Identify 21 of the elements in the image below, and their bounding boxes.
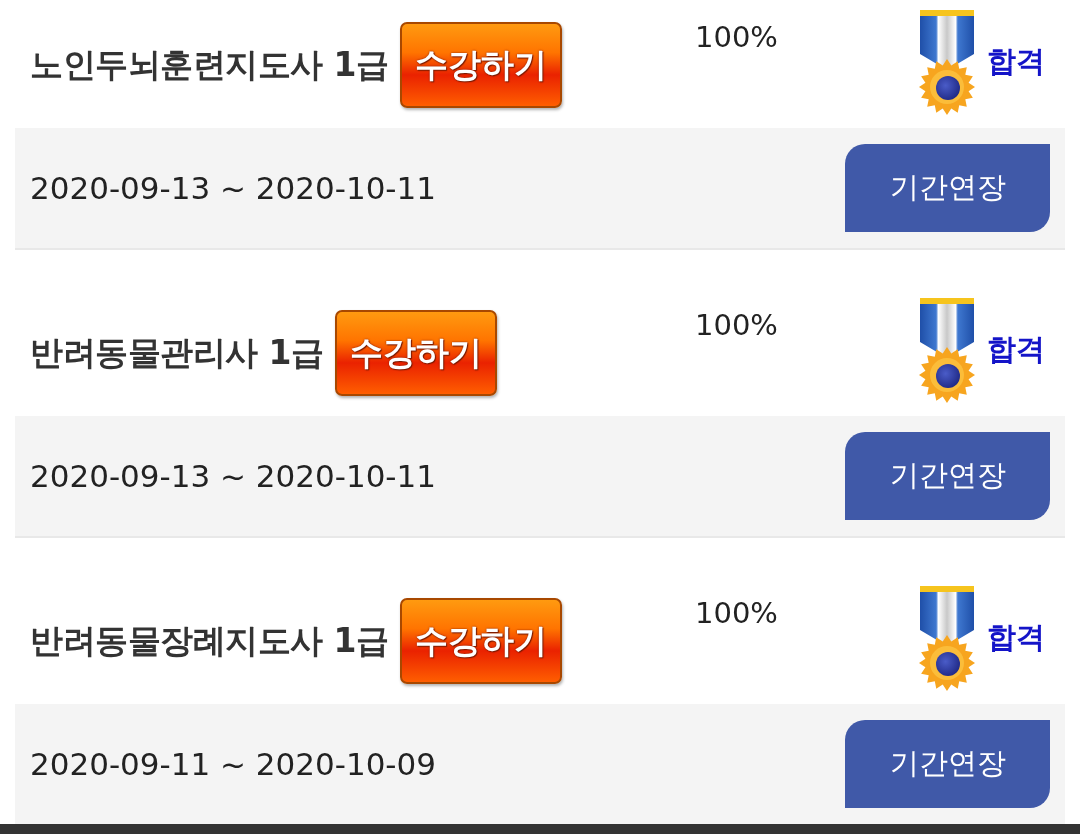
extend-period-button[interactable]: 기간연장 — [845, 432, 1050, 520]
course-title: 반려동물장례지도사 1급 — [30, 619, 389, 662]
enroll-button[interactable]: 수강하기 — [400, 22, 563, 108]
medal-icon — [917, 9, 977, 115]
course-title: 노인두뇌훈련지도사 1급 — [30, 43, 389, 86]
pass-status: 합격 — [987, 331, 1045, 368]
extend-period-button[interactable]: 기간연장 — [845, 144, 1050, 232]
course-title: 반려동물관리사 1급 — [30, 331, 324, 374]
progress-percent: 100% — [695, 20, 779, 54]
progress-percent: 100% — [695, 596, 779, 630]
study-period: 2020-09-13 ~ 2020-10-11 — [30, 458, 436, 494]
extend-period-button[interactable]: 기간연장 — [845, 720, 1050, 808]
progress-percent: 100% — [695, 308, 779, 342]
pass-status: 합격 — [987, 43, 1045, 80]
study-period: 2020-09-13 ~ 2020-10-11 — [30, 170, 436, 206]
study-period: 2020-09-11 ~ 2020-10-09 — [30, 746, 436, 782]
medal-icon — [917, 585, 977, 691]
medal-icon — [917, 297, 977, 403]
enroll-button[interactable]: 수강하기 — [400, 598, 563, 684]
pass-status: 합격 — [987, 619, 1045, 656]
enroll-button[interactable]: 수강하기 — [335, 310, 498, 396]
